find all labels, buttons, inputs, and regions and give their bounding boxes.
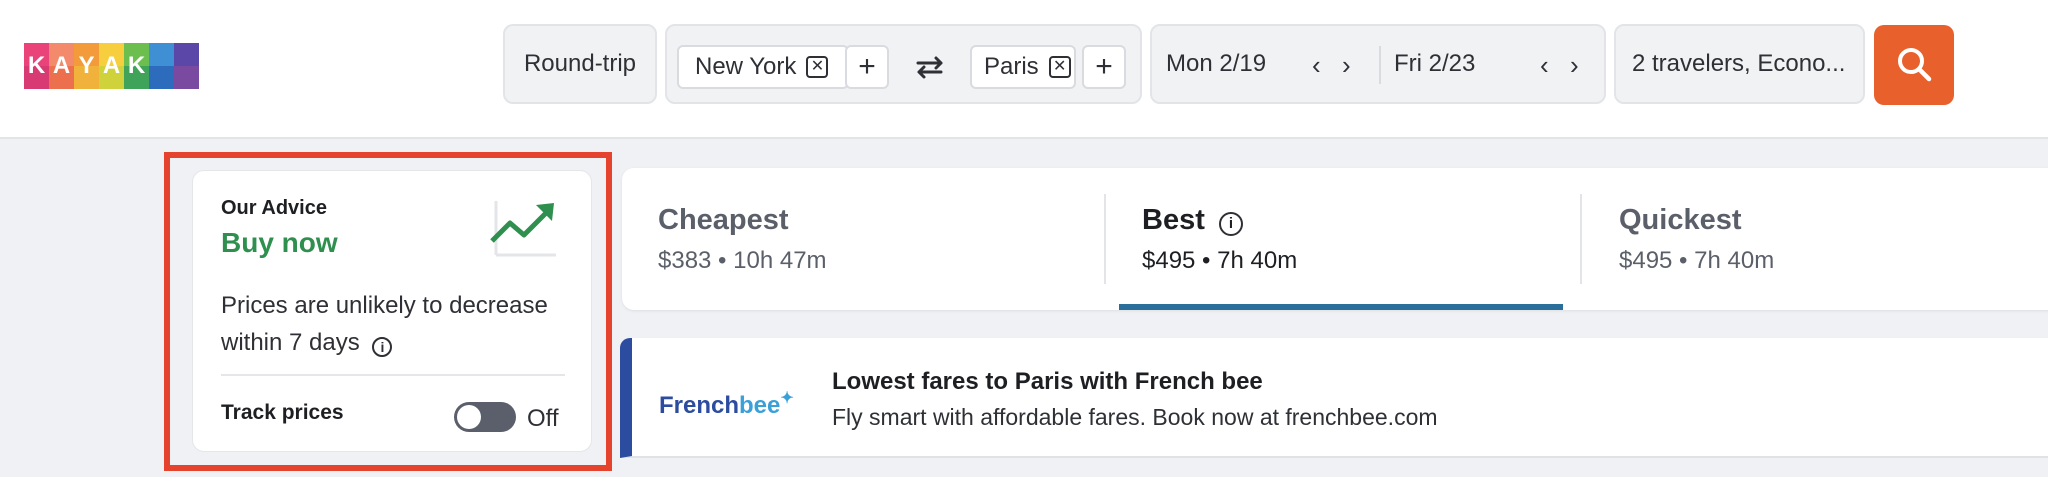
tab-summary: $383 • 10h 47m <box>658 247 827 274</box>
kayak-logo[interactable]: K A Y A K <box>24 43 199 89</box>
add-destination-button[interactable]: + <box>1082 45 1126 89</box>
advice-message-line: Prices are unlikely to decrease <box>221 292 548 319</box>
tab-title: Cheapest <box>658 204 789 236</box>
search-icon <box>1898 48 1932 82</box>
sort-tabs: Cheapest $383 • 10h 47m Best i $495 • 7h… <box>622 168 2048 310</box>
chevron-left-icon[interactable]: ‹ <box>1540 50 1549 81</box>
tab-quickest[interactable]: Quickest $495 • 7h 40m <box>1619 204 1774 275</box>
destination-chip[interactable]: Paris ✕ <box>970 45 1076 89</box>
plus-icon: + <box>858 50 876 83</box>
depart-date[interactable]: Mon 2/19 <box>1166 50 1266 78</box>
tab-title: Quickest <box>1619 204 1742 236</box>
tab-best[interactable]: Best i $495 • 7h 40m <box>1142 204 1297 275</box>
clear-destination-icon[interactable]: ✕ <box>1048 56 1071 78</box>
info-icon[interactable]: i <box>372 337 393 357</box>
frenchbee-logo: Frenchbee✦ <box>659 390 794 419</box>
logo-letter: Y <box>74 43 99 89</box>
trip-type-selector[interactable]: Round-trip <box>503 24 657 104</box>
sponsored-ad[interactable]: Frenchbee✦ Lowest fares to Paris with Fr… <box>620 338 2048 458</box>
toggle-state-label: Off <box>527 405 559 432</box>
tab-title: Best i <box>1142 204 1297 237</box>
logo-letter: A <box>49 43 74 89</box>
track-prices-toggle[interactable] <box>454 402 516 432</box>
search-button[interactable] <box>1874 25 1954 105</box>
add-origin-button[interactable]: + <box>845 45 889 89</box>
logo-letter <box>149 43 174 89</box>
destination-label: Paris <box>984 53 1039 80</box>
advice-message-line: within 7 days i <box>221 324 548 361</box>
trend-up-icon <box>490 201 556 257</box>
ad-body: Fly smart with affordable fares. Book no… <box>832 404 1438 430</box>
date-divider <box>1379 46 1381 84</box>
swap-icon[interactable] <box>910 48 950 86</box>
chevron-right-icon[interactable]: › <box>1570 50 1579 81</box>
logo-letter: K <box>24 43 49 89</box>
advice-message: Prices are unlikely to decrease within 7… <box>221 287 548 361</box>
trip-type-label: Round-trip <box>523 50 637 77</box>
route-field: New York ✕ + Paris ✕ + <box>665 24 1142 104</box>
active-tab-indicator <box>1119 304 1563 310</box>
tab-summary: $495 • 7h 40m <box>1619 247 1775 274</box>
tab-cheapest[interactable]: Cheapest $383 • 10h 47m <box>658 204 827 275</box>
tab-divider <box>1580 194 1582 284</box>
travelers-selector[interactable]: 2 travelers, Econo... <box>1614 24 1865 104</box>
plus-icon: + <box>1095 50 1113 83</box>
return-date[interactable]: Fri 2/23 <box>1394 50 1475 78</box>
info-icon[interactable]: i <box>1218 211 1243 236</box>
tab-divider <box>1104 194 1106 284</box>
origin-label: New York <box>695 53 797 80</box>
chevron-right-icon[interactable]: › <box>1342 50 1351 81</box>
top-bar: K A Y A K Round-trip New York ✕ + Paris … <box>0 0 2048 139</box>
origin-chip[interactable]: New York ✕ <box>677 45 849 89</box>
track-prices-label: Track prices <box>221 401 344 424</box>
tab-summary: $495 • 7h 40m <box>1142 247 1298 274</box>
ad-headline: Lowest fares to Paris with French bee <box>832 368 1263 395</box>
toggle-knob <box>457 405 481 429</box>
advice-heading: Our Advice <box>221 197 327 219</box>
advice-recommendation: Buy now <box>221 227 338 258</box>
divider <box>221 374 565 376</box>
logo-letter: K <box>124 43 149 89</box>
chevron-left-icon[interactable]: ‹ <box>1312 50 1321 81</box>
logo-letter: A <box>99 43 124 89</box>
clear-origin-icon[interactable]: ✕ <box>806 56 829 78</box>
logo-letter <box>174 43 199 89</box>
date-field: Mon 2/19 ‹ › Fri 2/23 ‹ › <box>1150 24 1606 104</box>
travelers-label: 2 travelers, Econo... <box>1632 50 1846 77</box>
